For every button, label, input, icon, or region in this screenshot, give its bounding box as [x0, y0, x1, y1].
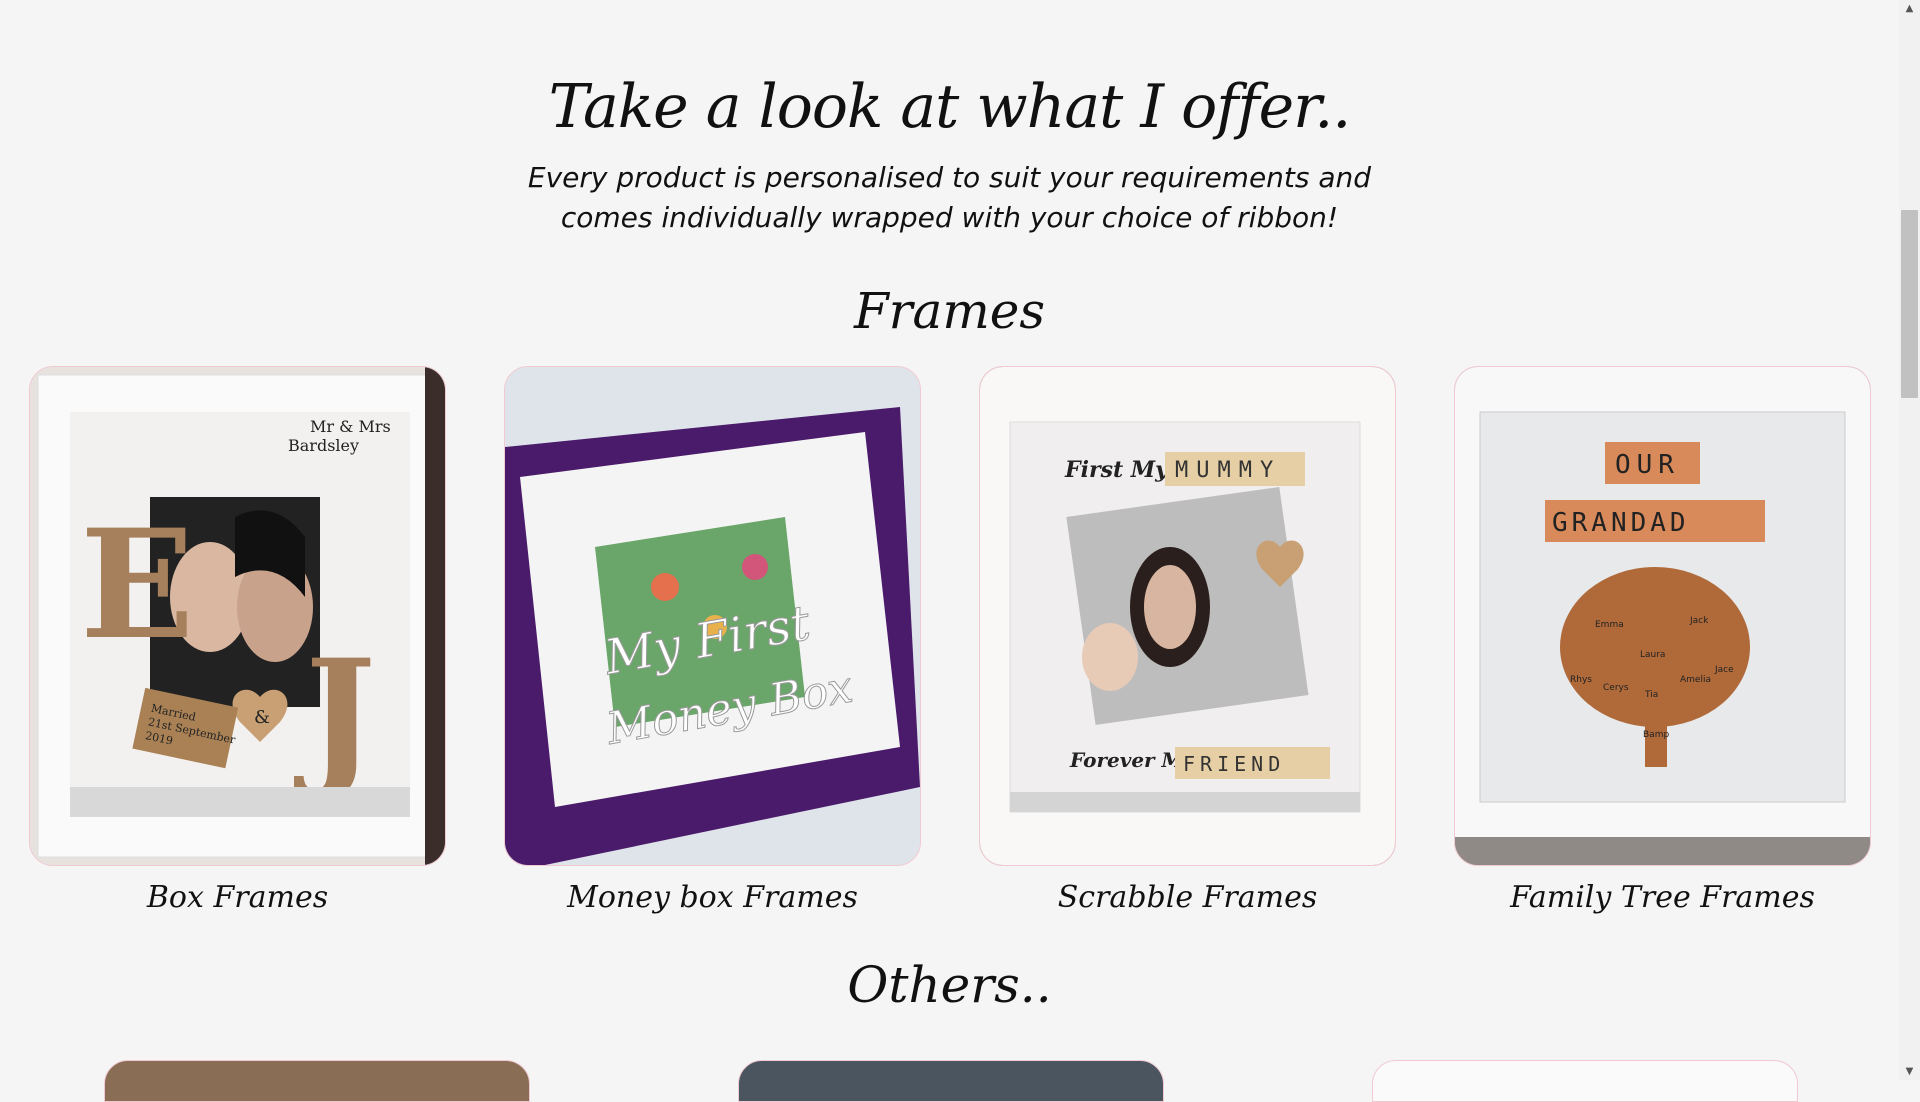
- product-card-scrabble-frames[interactable]: First My MUMMY Forever My FRIEND Scrabbl…: [979, 366, 1396, 915]
- scrabble-word-our: OUR: [1615, 450, 1680, 480]
- scrollbar-thumb[interactable]: [1901, 210, 1918, 398]
- product-card-family-tree-frames[interactable]: OUR GRANDAD Emma Jack Laura Rhys Cerys T…: [1454, 366, 1871, 915]
- tree-name-2: Laura: [1640, 650, 1665, 660]
- frame-text-names-line2: Bardsley: [288, 436, 359, 455]
- tree-name-6: Amelia: [1680, 675, 1711, 685]
- frame-letter-e: E: [80, 497, 194, 673]
- product-image-box-frames[interactable]: Mr & Mrs Bardsley E J & Married 21st Sep…: [29, 366, 446, 866]
- others-card-1-image[interactable]: [104, 1060, 530, 1102]
- tree-name-1: Jack: [1689, 616, 1709, 626]
- scrabble-word-friend: FRIEND: [1183, 752, 1285, 776]
- tree-name-7: Jace: [1714, 665, 1734, 675]
- scroll-down-icon[interactable]: ▼: [1899, 1063, 1920, 1080]
- frame-text-first-my: First My: [1064, 457, 1170, 483]
- product-label[interactable]: Family Tree Frames: [1454, 880, 1871, 915]
- product-label[interactable]: Scrabble Frames: [979, 880, 1396, 915]
- product-card-money-box-frames[interactable]: My First Money Box Money box Frames: [504, 366, 921, 915]
- section-title-frames: Frames: [853, 282, 1046, 340]
- page: Take a look at what I offer.. Every prod…: [0, 0, 1899, 1102]
- tree-name-5: Tia: [1644, 690, 1658, 700]
- intro-line-2: comes individually wrapped with your cho…: [560, 201, 1339, 234]
- scrabble-word-mummy: MUMMY: [1175, 458, 1281, 483]
- product-image-family-tree-frames[interactable]: OUR GRANDAD Emma Jack Laura Rhys Cerys T…: [1454, 366, 1871, 866]
- tree-name-4: Cerys: [1603, 683, 1629, 693]
- frame-ampersand: &: [254, 707, 270, 728]
- product-card-box-frames[interactable]: Mr & Mrs Bardsley E J & Married 21st Sep…: [29, 366, 446, 915]
- product-image-money-box-frames[interactable]: My First Money Box: [504, 366, 921, 866]
- page-title: Take a look at what I offer..: [548, 72, 1352, 142]
- tree-name-3: Rhys: [1570, 675, 1592, 685]
- others-card-2-image[interactable]: [738, 1060, 1164, 1102]
- tree-name-8: Bamp: [1643, 730, 1669, 740]
- scrabble-word-grandad: GRANDAD: [1552, 508, 1690, 538]
- scroll-up-icon[interactable]: ▲: [1899, 0, 1920, 17]
- frame-letter-j: J: [294, 627, 376, 803]
- product-label[interactable]: Money box Frames: [504, 880, 921, 915]
- tree-name-0: Emma: [1595, 620, 1624, 630]
- product-label[interactable]: Box Frames: [29, 880, 446, 915]
- intro-text: Every product is personalised to suit yo…: [0, 158, 1899, 238]
- product-image-scrabble-frames[interactable]: First My MUMMY Forever My FRIEND: [979, 366, 1396, 866]
- vertical-scrollbar[interactable]: ▲ ▼: [1899, 0, 1920, 1080]
- frame-text-names-line1: Mr & Mrs: [310, 417, 391, 436]
- intro-line-1: Every product is personalised to suit yo…: [527, 161, 1372, 194]
- others-card-3-image[interactable]: [1372, 1060, 1798, 1102]
- section-title-others: Others..: [847, 956, 1052, 1014]
